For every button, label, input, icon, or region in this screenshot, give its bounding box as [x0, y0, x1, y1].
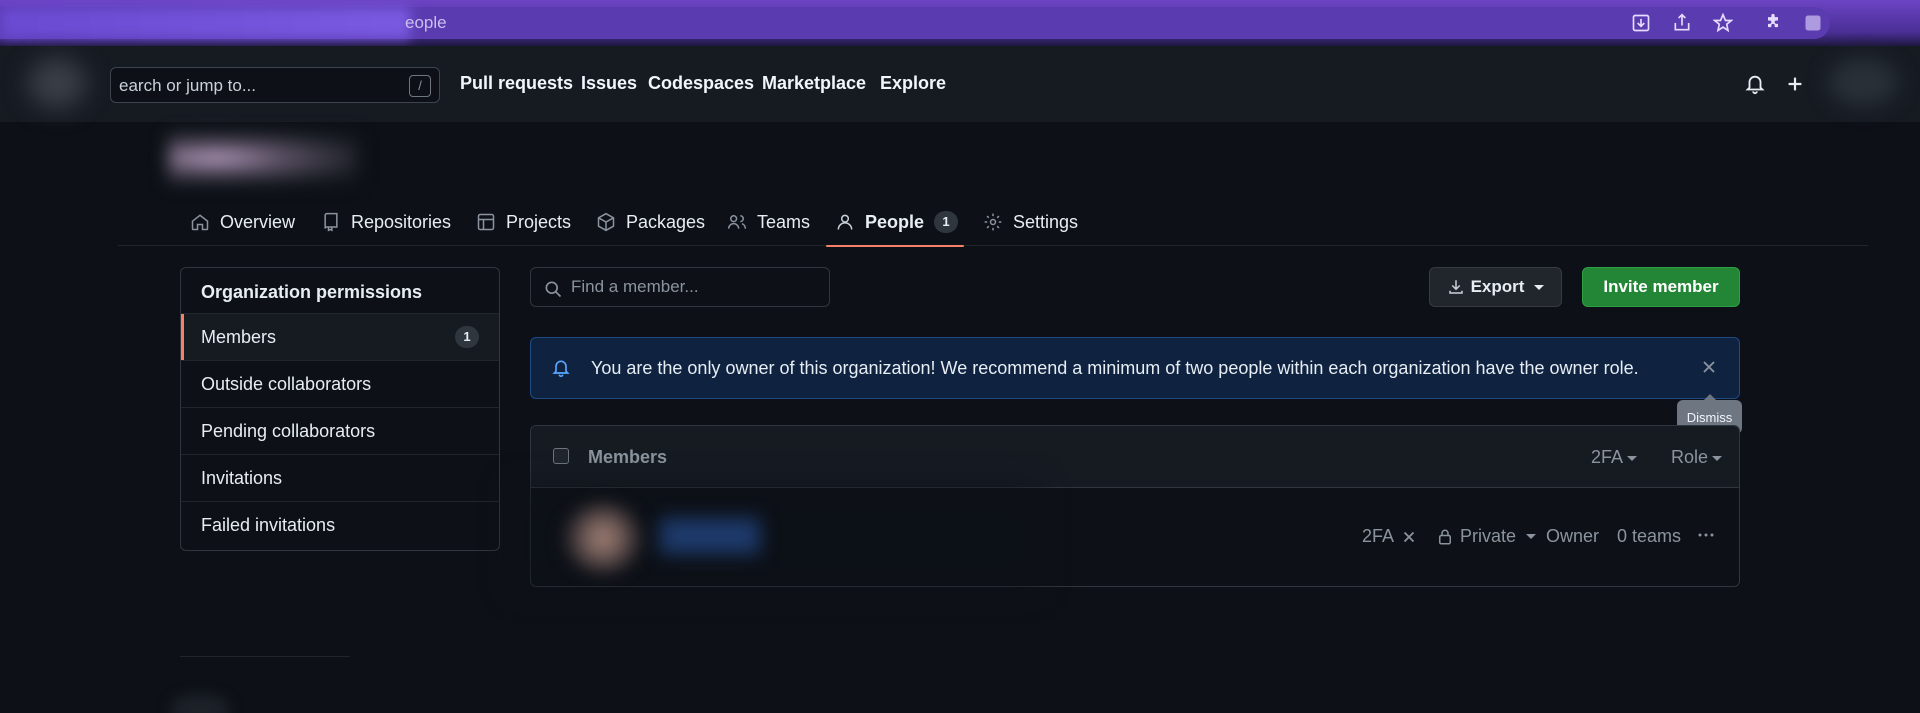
members-count-badge: 1 [455, 326, 479, 348]
bell-icon[interactable] [1744, 73, 1766, 95]
filter-role-label: Role [1671, 447, 1709, 467]
export-label: Export [1470, 277, 1525, 296]
banner-message: You are the only owner of this organizat… [591, 358, 1639, 378]
x-icon [1403, 531, 1415, 542]
sidebar-item-label: Members [201, 326, 277, 347]
nav-codespaces[interactable]: Codespaces [648, 73, 754, 94]
sidebar-item-label: Invitations [201, 467, 283, 488]
tab-overview[interactable]: Overview [190, 202, 295, 242]
people-icon [727, 215, 747, 229]
person-icon [837, 214, 853, 230]
share-icon[interactable] [1671, 12, 1693, 34]
download-icon [1448, 280, 1463, 294]
extensions-icon[interactable] [1762, 12, 1784, 34]
address-bar[interactable]: eople [0, 7, 1830, 39]
tab-label: Packages [626, 211, 706, 232]
tab-label: Projects [506, 211, 572, 232]
owner-warning-banner: You are the only owner of this organizat… [530, 337, 1740, 399]
nav-marketplace[interactable]: Marketplace [762, 73, 866, 94]
tabs-divider [118, 245, 1868, 246]
nav-explore[interactable]: Explore [880, 73, 946, 94]
sidebar-item-pending-collaborators[interactable]: Pending collaborators [181, 408, 499, 455]
nav-issues[interactable]: Issues [581, 73, 637, 94]
plus-icon[interactable] [1784, 73, 1806, 95]
home-icon [191, 214, 209, 231]
profile-icon[interactable] [1802, 12, 1824, 34]
sidebar-item-invitations[interactable]: Invitations [181, 455, 499, 502]
member-avatar[interactable] [563, 503, 643, 573]
filter-2fa-label: 2FA [1591, 447, 1624, 467]
people-count-badge: 1 [934, 211, 959, 233]
user-avatar-blur[interactable] [1828, 58, 1898, 106]
members-header-label: Members [588, 447, 668, 467]
sidebar-item-label: Outside collaborators [201, 373, 372, 394]
member-name-blur[interactable] [660, 518, 760, 554]
find-member-field[interactable] [530, 267, 830, 307]
table-icon [477, 213, 495, 231]
search-placeholder: earch or jump to... [119, 76, 257, 95]
chevron-down-icon [1526, 534, 1537, 539]
install-icon[interactable] [1630, 12, 1652, 34]
search-input[interactable]: earch or jump to... / [110, 67, 440, 103]
footer-logo-blur [170, 694, 230, 713]
tooltip-text: Dismiss [1686, 409, 1733, 425]
org-avatar-blur [168, 133, 358, 183]
search-icon [545, 281, 562, 298]
nav-pull-requests[interactable]: Pull requests [460, 73, 573, 94]
package-icon [597, 212, 615, 232]
member-visibility-dropdown[interactable]: Private [1436, 526, 1537, 547]
find-member-input[interactable] [571, 276, 821, 298]
member-teams-label: 0 teams [1617, 526, 1682, 546]
chevron-down-icon [1627, 455, 1638, 461]
sidebar-heading: Organization permissions [181, 268, 499, 314]
tab-teams[interactable]: Teams [727, 202, 810, 242]
tab-settings[interactable]: Settings [983, 202, 1078, 242]
tab-label: Overview [220, 211, 296, 232]
member-more-options[interactable] [1697, 526, 1715, 544]
member-2fa-status: 2FA [1362, 526, 1418, 547]
member-role[interactable]: Owner [1546, 526, 1599, 547]
invite-label: Invite member [1603, 277, 1719, 296]
gear-icon [984, 213, 1002, 231]
footer-divider [180, 656, 350, 657]
search-shortcut-key: / [409, 75, 431, 97]
sidebar-item-failed-invitations[interactable]: Failed invitations [181, 502, 499, 549]
kebab-horizontal-icon [1698, 533, 1714, 537]
sidebar-item-members[interactable]: Members 1 [181, 314, 499, 361]
browser-toolbar: eople [0, 0, 1920, 46]
url-text: eople [405, 13, 447, 32]
chevron-down-icon [1534, 284, 1545, 290]
url-blur [0, 7, 410, 39]
tab-projects[interactable]: Projects [476, 202, 571, 242]
export-button[interactable]: Export [1429, 267, 1562, 307]
star-icon[interactable] [1712, 12, 1734, 34]
tab-people[interactable]: People 1 [835, 202, 959, 242]
sidebar-item-outside-collaborators[interactable]: Outside collaborators [181, 361, 499, 408]
permissions-sidebar: Organization permissions Members 1 Outsi… [180, 267, 500, 551]
tab-packages[interactable]: Packages [596, 202, 705, 242]
repo-icon [324, 212, 338, 232]
table-header: Members 2FA Role [531, 426, 1739, 488]
select-all-checkbox[interactable] [553, 448, 569, 464]
lock-icon [1439, 529, 1451, 544]
filter-2fa-dropdown[interactable]: 2FA [1591, 447, 1638, 468]
invite-member-button[interactable]: Invite member [1582, 267, 1740, 307]
tab-repositories[interactable]: Repositories [321, 202, 451, 242]
member-role-label: Owner [1546, 526, 1600, 546]
tab-label: Settings [1013, 211, 1079, 232]
active-tab-indicator [826, 245, 964, 247]
visibility-label: Private [1460, 526, 1517, 546]
chevron-down-icon [1712, 455, 1723, 461]
filter-role-dropdown[interactable]: Role [1671, 447, 1723, 468]
tab-label: Teams [757, 211, 811, 232]
close-icon[interactable] [1699, 357, 1719, 377]
member-teams-link[interactable]: 0 teams [1617, 526, 1681, 547]
bell-icon [552, 360, 570, 378]
sidebar-item-label: Failed invitations [201, 515, 336, 535]
sidebar-item-label: Pending collaborators [201, 420, 376, 441]
tab-label: People [865, 211, 925, 232]
member-2fa-label: 2FA [1362, 526, 1395, 546]
github-logo-blur [28, 58, 86, 108]
tab-label: Repositories [351, 211, 452, 232]
